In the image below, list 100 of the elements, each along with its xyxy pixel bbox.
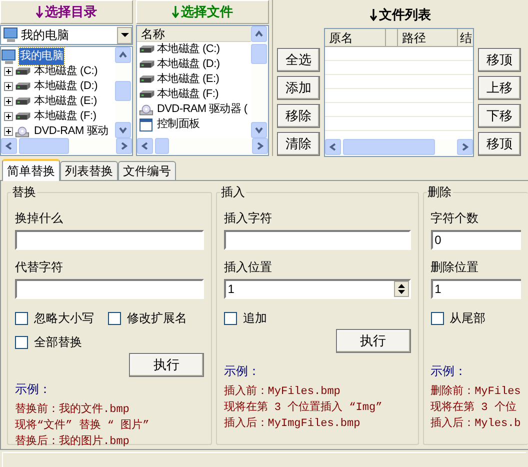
group-title: 删除 — [426, 184, 453, 201]
expand-toggle[interactable] — [4, 127, 13, 136]
file-item[interactable]: DVD-RAM 驱动器 ( — [157, 101, 248, 118]
expand-toggle[interactable] — [4, 67, 13, 76]
drive-icon — [139, 74, 155, 85]
scroll-right-button[interactable] — [457, 139, 473, 155]
input-field[interactable] — [224, 230, 411, 250]
drive-icon — [139, 59, 155, 70]
scroll-up-button[interactable] — [251, 26, 267, 42]
execute-button[interactable]: 执行 — [336, 329, 411, 353]
file-item[interactable]: 控制面板 — [157, 116, 200, 133]
tree-item[interactable]: 本地磁盘 (E:) — [33, 93, 98, 110]
horizontal-scrollbar[interactable] — [137, 138, 268, 155]
scroll-right-button[interactable] — [116, 138, 132, 154]
tree-item[interactable]: 本地磁盘 (D:) — [33, 78, 99, 95]
scroll-down-button[interactable] — [115, 122, 131, 138]
checkbox[interactable] — [430, 312, 444, 324]
caret-down-icon — [120, 32, 128, 38]
list-action-button[interactable]: 添加 — [277, 76, 320, 100]
scrollbar-thumb[interactable] — [155, 138, 169, 154]
example-line: 现将在第 3 个位 — [430, 400, 518, 416]
list-action-button[interactable]: 清除 — [277, 132, 320, 156]
list-action-button[interactable]: 全选 — [277, 48, 320, 72]
computer-icon — [3, 27, 19, 43]
scrollbar-thumb[interactable] — [251, 44, 267, 64]
chevron-up-icon — [254, 29, 264, 39]
scroll-left-button[interactable] — [325, 139, 341, 155]
checkbox-label: 从尾部 — [450, 310, 486, 327]
expand-toggle[interactable] — [4, 82, 13, 91]
pane-title: 选择目录 — [45, 3, 97, 22]
checkbox[interactable] — [224, 312, 237, 324]
up-down-arrows-icon — [396, 283, 406, 295]
scrollbar-thumb[interactable] — [115, 81, 131, 101]
disc-drive-icon — [139, 104, 155, 116]
file-item[interactable]: 本地磁盘 (D:) — [157, 56, 220, 73]
execute-button[interactable]: 执行 — [128, 353, 204, 377]
plus-icon — [5, 113, 12, 120]
list-action-button[interactable]: 移除 — [277, 104, 320, 128]
horizontal-scrollbar[interactable] — [1, 138, 132, 155]
scrollbar-thumb[interactable] — [19, 138, 69, 154]
input-field[interactable] — [15, 279, 204, 299]
chevron-down-icon — [118, 125, 128, 135]
tab[interactable]: 列表替换 — [60, 161, 118, 180]
tree-item[interactable]: 我的电脑 — [19, 48, 64, 65]
chevron-right-icon — [119, 141, 129, 151]
checkbox[interactable] — [15, 312, 28, 324]
dropdown-arrow-button[interactable] — [117, 26, 132, 44]
vertical-scrollbar[interactable] — [115, 47, 132, 138]
field-label: 删除位置 — [430, 259, 480, 276]
scroll-down-button[interactable] — [251, 122, 267, 138]
scrollbar-thumb[interactable] — [343, 139, 435, 155]
checkbox-label: 忽略大小写 — [34, 310, 94, 327]
tree-item[interactable]: 本地磁盘 (F:) — [33, 108, 98, 125]
expand-toggle[interactable] — [4, 97, 13, 106]
field-value: 1 — [434, 281, 442, 298]
field-label: 插入字符 — [224, 210, 273, 227]
file-item[interactable]: 本地磁盘 (C:) — [157, 41, 220, 58]
reorder-button[interactable]: 上移 — [478, 76, 521, 100]
tree-item[interactable]: 本地磁盘 (C:) — [33, 63, 99, 80]
file-item[interactable]: 本地磁盘 (F:) — [157, 86, 218, 103]
pane-title: 文件列表 — [379, 6, 431, 24]
number-field[interactable]: 1 — [224, 279, 411, 299]
reorder-button[interactable]: 下移 — [478, 104, 521, 128]
scroll-right-button[interactable] — [252, 138, 268, 154]
spin-buttons[interactable] — [394, 281, 409, 297]
field-label: 字符个数 — [430, 210, 480, 227]
file-table[interactable]: 原名 路径 结 — [324, 28, 474, 157]
checkbox[interactable] — [108, 312, 121, 324]
expand-toggle[interactable] — [4, 112, 13, 121]
checkbox[interactable] — [15, 336, 28, 348]
input-field[interactable]: 0 — [430, 230, 521, 250]
file-list[interactable]: 名称 本地磁盘 (C:) 本地磁盘 (D:) 本地磁盘 (E:) 本地磁盘 (F:) DVD-RAM 驱动器 ( 控制面板 — [136, 25, 269, 156]
scroll-left-button[interactable] — [137, 138, 153, 154]
file-item[interactable]: 本地磁盘 (E:) — [157, 71, 220, 88]
tab[interactable]: 文件编号 — [118, 161, 176, 180]
drive-dropdown[interactable]: 我的电脑 — [0, 25, 133, 45]
input-field[interactable]: 1 — [430, 279, 521, 299]
example-heading: 示例： — [430, 363, 468, 380]
folder-tree[interactable]: 我的电脑 本地磁盘 (C:) 本地磁盘 (D:) 本地磁盘 (E:) 本地磁盘 (F:) DVD-RAM 驱动 — [0, 46, 133, 156]
field-label: 换掉什么 — [15, 210, 64, 227]
down-arrow-icon — [172, 6, 179, 18]
plus-icon — [5, 128, 12, 135]
horizontal-scrollbar[interactable] — [325, 139, 473, 156]
reorder-button[interactable]: 移顶 — [478, 48, 521, 72]
column-header[interactable]: 名称 — [137, 26, 251, 42]
vertical-scrollbar[interactable] — [251, 26, 268, 138]
input-field[interactable] — [15, 230, 204, 250]
chevron-right-icon — [255, 141, 265, 151]
chevron-up-icon — [118, 50, 128, 60]
example-line: 替换后：我的图片.bmp — [15, 434, 130, 450]
down-arrow-icon — [36, 6, 43, 18]
reorder-button[interactable]: 移顶 — [478, 132, 521, 156]
scroll-left-button[interactable] — [1, 138, 17, 154]
field-value: 0 — [434, 232, 442, 249]
example-heading: 示例： — [224, 363, 261, 380]
scroll-up-button[interactable] — [115, 47, 131, 63]
drive-icon — [139, 44, 155, 55]
tab[interactable]: 简单替换 — [2, 159, 60, 181]
field-value: 1 — [228, 281, 236, 298]
tree-item[interactable]: DVD-RAM 驱动 — [33, 123, 110, 138]
